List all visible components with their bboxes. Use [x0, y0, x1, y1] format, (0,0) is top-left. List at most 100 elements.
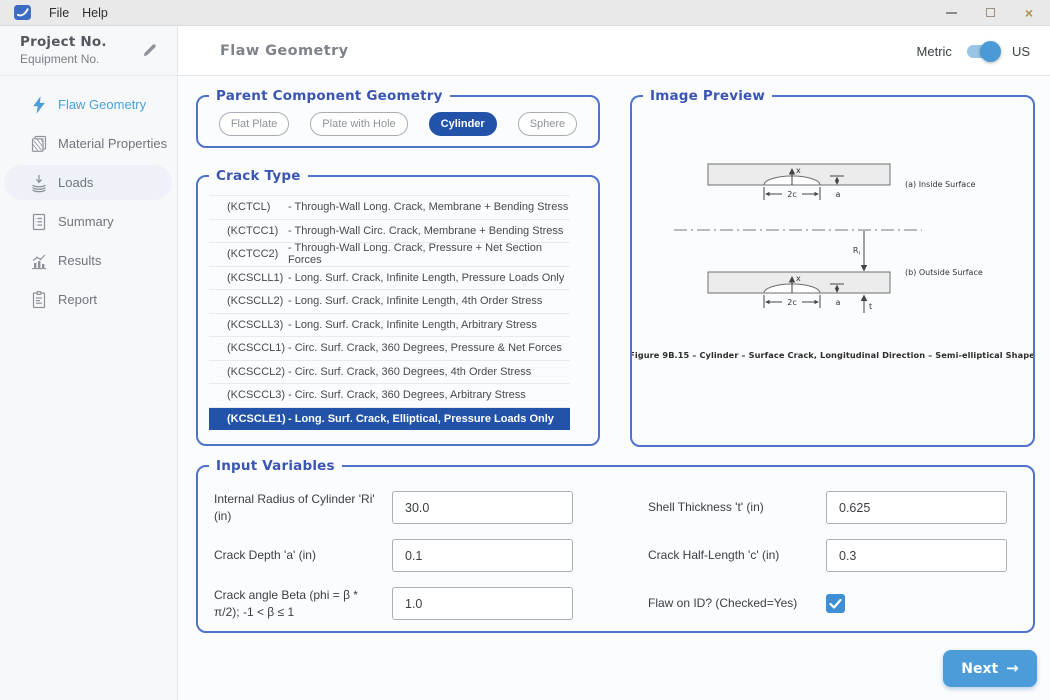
- material-swatch-icon: [29, 134, 49, 154]
- edit-project-button[interactable]: [141, 41, 159, 59]
- us-label: US: [1012, 44, 1030, 59]
- crack-type-row[interactable]: (KCTCL) - Through-Wall Long. Crack, Memb…: [209, 195, 570, 219]
- image-preview-panel: Image Preview: [630, 95, 1035, 447]
- cylinder-crack-diagram: x x 2c 2c a a (a) Inside Surface (b) Out…: [632, 97, 1033, 445]
- crack-type-row[interactable]: (KCSCLL3) - Long. Surf. Crack, Infinite …: [209, 313, 570, 337]
- load-arrow-icon: [29, 173, 49, 193]
- sidebar: Project No. Equipment No. Flaw Geometry …: [0, 26, 178, 700]
- crack-type-row[interactable]: (KCSCCL2) - Circ. Surf. Crack, 360 Degre…: [209, 360, 570, 384]
- geometry-option-sphere[interactable]: Sphere: [518, 112, 577, 136]
- app-logo-icon: [14, 5, 31, 20]
- sidebar-item-label: Loads: [58, 175, 93, 190]
- internal-radius-label: Ri: [853, 246, 861, 257]
- list-document-icon: [29, 212, 49, 232]
- figure-caption: Figure 9B.15 – Cylinder – Surface Crack,…: [632, 350, 1033, 360]
- crack-half-length-label: Crack Half-Length 'c' (in): [648, 539, 820, 572]
- crack-type-row[interactable]: (KCSCLL2) - Long. Surf. Crack, Infinite …: [209, 289, 570, 313]
- sidebar-item-report[interactable]: Report: [0, 280, 178, 319]
- crack-desc: - Through-Wall Long. Crack, Pressure + N…: [288, 242, 570, 266]
- minimize-button[interactable]: [944, 5, 958, 21]
- sidebar-item-summary[interactable]: Summary: [0, 202, 178, 241]
- crack-desc: - Long. Surf. Crack, Infinite Length, Pr…: [288, 272, 564, 284]
- sidebar-item-loads[interactable]: Loads: [0, 163, 178, 202]
- crack-type-list: (KCTCL) - Through-Wall Long. Crack, Memb…: [209, 195, 570, 430]
- shell-thickness-label: Shell Thickness 't' (in): [648, 491, 820, 524]
- crack-length-label-top: 2c: [787, 190, 797, 199]
- bar-chart-icon: [29, 251, 49, 271]
- sidebar-item-material-properties[interactable]: Material Properties: [0, 124, 178, 163]
- x-axis-label-bottom: x: [796, 274, 801, 283]
- close-icon: ×: [1025, 6, 1033, 20]
- crack-depth-input[interactable]: [392, 539, 573, 572]
- project-header: Project No. Equipment No.: [0, 26, 177, 76]
- geometry-options: Flat Plate Plate with Hole Cylinder Sphe…: [198, 112, 598, 136]
- crack-type-row[interactable]: (KCSCLL1) - Long. Surf. Crack, Infinite …: [209, 266, 570, 290]
- crack-half-length-input[interactable]: [826, 539, 1007, 572]
- unit-system-control: Metric US: [917, 26, 1030, 76]
- sidebar-item-label: Results: [58, 253, 101, 268]
- minimize-icon: [946, 12, 957, 14]
- crack-code: (KCSCLL1): [227, 272, 288, 284]
- next-button[interactable]: Next →: [943, 650, 1037, 687]
- crack-desc: - Through-Wall Long. Crack, Membrane + B…: [288, 201, 568, 213]
- crack-angle-beta-input[interactable]: [392, 587, 573, 620]
- parent-component-geometry-legend: Parent Component Geometry: [209, 87, 450, 105]
- sidebar-item-label: Summary: [58, 214, 114, 229]
- input-variables-panel: Input Variables Internal Radius of Cylin…: [196, 465, 1035, 633]
- menu-file[interactable]: File: [49, 6, 69, 20]
- sidebar-item-label: Material Properties: [58, 136, 167, 151]
- crack-type-row[interactable]: (KCTCC2) - Through-Wall Long. Crack, Pre…: [209, 242, 570, 266]
- crack-depth-label-bottom: a: [836, 298, 841, 307]
- x-axis-label-top: x: [796, 166, 801, 175]
- metric-label: Metric: [917, 44, 952, 59]
- close-button[interactable]: ×: [1022, 5, 1036, 21]
- crack-type-panel: Crack Type (KCTCL) - Through-Wall Long. …: [196, 175, 600, 446]
- shell-thickness-input[interactable]: [826, 491, 1007, 524]
- crack-desc: - Long. Surf. Crack, Infinite Length, 4t…: [288, 295, 542, 307]
- crack-type-row[interactable]: (KCTCC1) - Through-Wall Circ. Crack, Mem…: [209, 219, 570, 243]
- geometry-option-cylinder[interactable]: Cylinder: [429, 112, 497, 136]
- tab-flaw-geometry[interactable]: Flaw Geometry: [220, 26, 348, 76]
- thickness-label: t: [869, 302, 872, 311]
- next-button-label: Next: [961, 661, 998, 677]
- crack-code: (KCSCCL3): [227, 389, 288, 401]
- crack-code: (KCTCL): [227, 201, 288, 213]
- outside-surface-label: (b) Outside Surface: [905, 268, 983, 277]
- titlebar: File Help ×: [0, 0, 1050, 26]
- sidebar-item-results[interactable]: Results: [0, 241, 178, 280]
- pencil-icon: [144, 44, 156, 56]
- crack-code: (KCSCLE1): [227, 413, 288, 425]
- checkmark-icon: [826, 594, 845, 613]
- input-variables-legend: Input Variables: [209, 457, 342, 475]
- geometry-option-flat-plate[interactable]: Flat Plate: [219, 112, 289, 136]
- sidebar-nav: Flaw Geometry Material Properties: [0, 85, 178, 319]
- crack-desc: - Through-Wall Circ. Crack, Membrane + B…: [288, 225, 563, 237]
- internal-radius-input[interactable]: [392, 491, 573, 524]
- crack-code: (KCSCLL2): [227, 295, 288, 307]
- sidebar-item-flaw-geometry[interactable]: Flaw Geometry: [0, 85, 178, 124]
- crack-angle-beta-label: Crack angle Beta (phi = β * π/2); -1 < β…: [214, 587, 386, 620]
- crack-type-row[interactable]: (KCSCCL1) - Circ. Surf. Crack, 360 Degre…: [209, 336, 570, 360]
- sidebar-item-label: Report: [58, 292, 97, 307]
- crack-type-row-selected[interactable]: (KCSCLE1) - Long. Surf. Crack, Elliptica…: [209, 407, 570, 431]
- crack-type-row[interactable]: (KCSCCL3) - Circ. Surf. Crack, 360 Degre…: [209, 383, 570, 407]
- flaw-on-id-label: Flaw on ID? (Checked=Yes): [648, 587, 820, 620]
- crack-depth-label-top: a: [836, 190, 841, 199]
- menu-help[interactable]: Help: [82, 6, 108, 20]
- window-controls: ×: [944, 5, 1050, 21]
- crack-code: (KCSCLL3): [227, 319, 288, 331]
- toggle-knob[interactable]: [980, 41, 1001, 62]
- arrow-right-icon: →: [1006, 661, 1019, 676]
- crack-desc: - Long. Surf. Crack, Infinite Length, Ar…: [288, 319, 537, 331]
- clipboard-icon: [29, 290, 49, 310]
- maximize-button[interactable]: [983, 5, 997, 21]
- crack-depth-label: Crack Depth 'a' (in): [214, 539, 386, 572]
- flaw-on-id-checkbox[interactable]: [826, 594, 845, 613]
- sidebar-item-label: Flaw Geometry: [58, 97, 146, 112]
- unit-toggle[interactable]: [967, 45, 997, 58]
- crack-length-label-bottom: 2c: [787, 298, 797, 307]
- crack-code: (KCTCC1): [227, 225, 288, 237]
- geometry-option-plate-with-hole[interactable]: Plate with Hole: [310, 112, 407, 136]
- inside-surface-label: (a) Inside Surface: [905, 180, 976, 189]
- main-header: Flaw Geometry Metric US: [178, 26, 1050, 76]
